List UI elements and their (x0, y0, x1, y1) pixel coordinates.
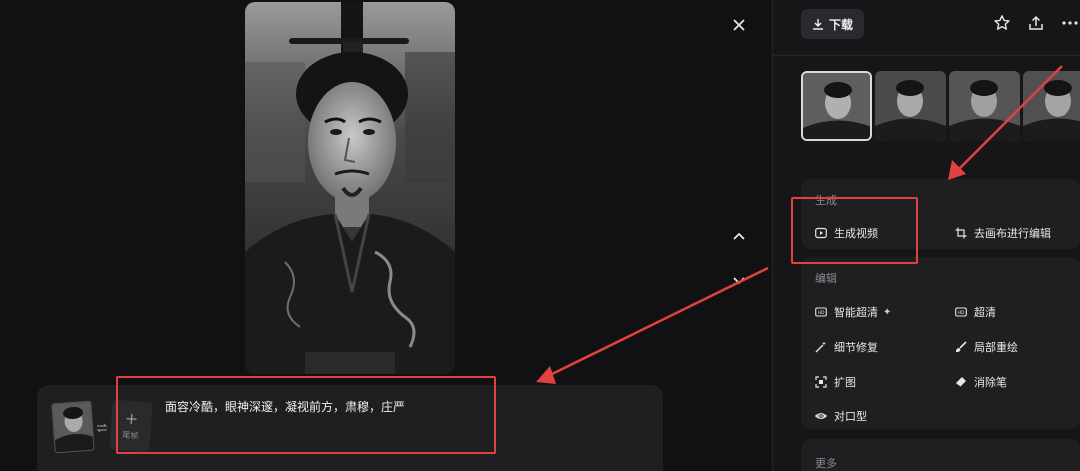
arrowhead-prompt (536, 366, 556, 384)
app-root: + 尾帧 面容冷酷，眼神深邃，凝视前方，肃穆，庄严 下载 生成 生成视频 去画布… (0, 0, 1080, 471)
annotation-arrow-generate (957, 65, 1063, 171)
annotation-arrow-prompt (547, 266, 769, 378)
annotation-arrows (536, 65, 1063, 384)
